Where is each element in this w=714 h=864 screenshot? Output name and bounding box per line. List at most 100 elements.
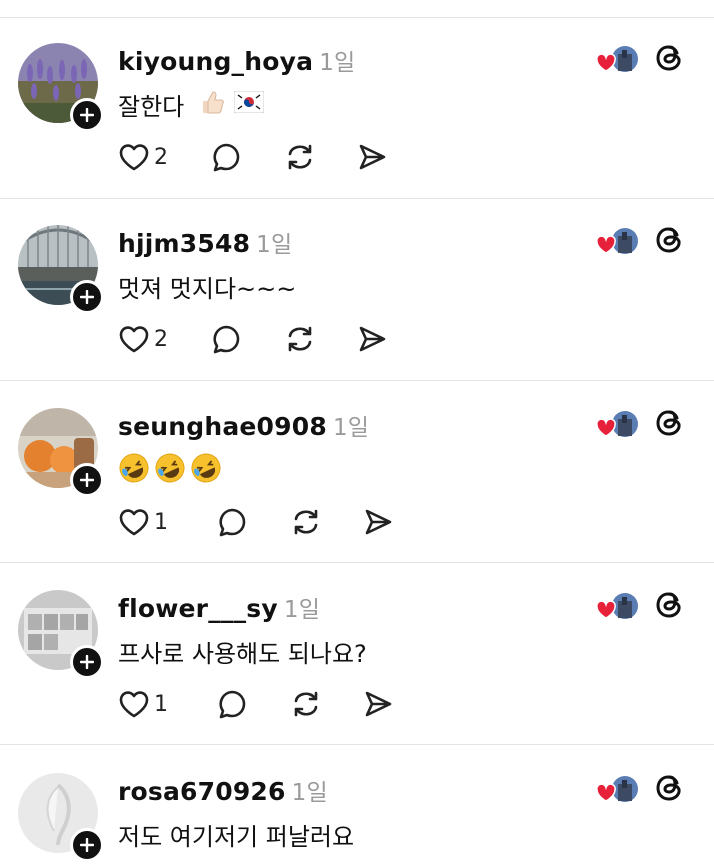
- reply-button[interactable]: [216, 688, 248, 720]
- like-button[interactable]: 1: [118, 507, 168, 537]
- repost-icon: [288, 144, 312, 170]
- thumbs-up-emoji-icon: [198, 88, 226, 122]
- comment-post: flower___sy 1일 프사로 사용해도 되나요? 1: [0, 564, 714, 746]
- comment-post: kiyoung_hoya 1일 잘한다 2: [0, 17, 714, 199]
- repost-icon: [294, 691, 318, 717]
- repost-button[interactable]: [290, 688, 322, 720]
- author-liked-indicator: [596, 591, 640, 623]
- like-button[interactable]: 2: [118, 324, 168, 354]
- comment-text: [118, 452, 222, 490]
- liked-by-author-icon: [596, 228, 638, 254]
- comment-text: 프사로 사용해도 되나요?: [118, 634, 367, 669]
- rolling-laughing-emoji-icon: [190, 452, 222, 490]
- comment-post: hjjm3548 1일 멋져 멋지다~~~ 2: [0, 199, 714, 381]
- comment-text: 잘한다: [118, 87, 265, 122]
- username[interactable]: hjjm3548 1일: [118, 225, 292, 259]
- follow-button[interactable]: [70, 828, 104, 862]
- repost-icon: [294, 509, 318, 535]
- speech-bubble-icon: [219, 508, 246, 537]
- heart-icon: [119, 509, 149, 536]
- threads-logo-icon[interactable]: [655, 588, 685, 622]
- rolling-laughing-emoji-icon: [154, 452, 186, 490]
- username[interactable]: flower___sy 1일: [118, 590, 320, 624]
- heart-icon: [119, 326, 149, 353]
- rolling-laughing-emoji-icon: [118, 452, 150, 490]
- plus-icon: [80, 838, 94, 852]
- plus-icon: [80, 108, 94, 122]
- username[interactable]: rosa670926 1일: [118, 773, 328, 807]
- avatar-container[interactable]: [18, 590, 104, 679]
- speech-bubble-icon: [213, 325, 240, 354]
- post-time: 1일: [283, 597, 321, 623]
- like-count: 2: [154, 144, 168, 170]
- share-button[interactable]: [362, 688, 394, 720]
- avatar-container[interactable]: [18, 225, 104, 314]
- post-divider: [0, 380, 714, 381]
- liked-by-author-icon: [596, 46, 638, 72]
- post-time: 1일: [332, 415, 370, 441]
- comment-text-body: 저도 여기저기 퍼날러요: [118, 823, 355, 851]
- username[interactable]: kiyoung_hoya 1일: [118, 43, 355, 77]
- send-icon: [365, 509, 392, 535]
- repost-icon: [288, 326, 312, 352]
- plus-icon: [80, 473, 94, 487]
- comment-text: 멋져 멋지다~~~: [118, 269, 296, 304]
- avatar-container[interactable]: [18, 43, 104, 132]
- threads-logo-icon[interactable]: [655, 771, 685, 805]
- avatar-container[interactable]: [18, 408, 104, 497]
- author-liked-indicator: [596, 44, 640, 76]
- follow-button[interactable]: [70, 463, 104, 497]
- username[interactable]: seunghae0908 1일: [118, 408, 369, 442]
- liked-by-author-icon: [596, 411, 638, 437]
- author-liked-indicator: [596, 226, 640, 258]
- heart-icon: [119, 691, 149, 718]
- action-bar: 1: [118, 686, 394, 722]
- comment-post: seunghae0908 1일 1: [0, 382, 714, 564]
- send-icon: [359, 144, 386, 170]
- like-count: 1: [154, 691, 168, 717]
- heart-icon: [119, 144, 149, 171]
- like-button[interactable]: 2: [118, 142, 168, 172]
- threads-logo-icon[interactable]: [655, 406, 685, 440]
- speech-bubble-icon: [213, 143, 240, 172]
- follow-button[interactable]: [70, 645, 104, 679]
- reply-button[interactable]: [210, 323, 242, 355]
- comment-text-body: 멋져 멋지다~~~: [118, 275, 297, 303]
- action-bar: 2: [118, 139, 388, 175]
- follow-button[interactable]: [70, 98, 104, 132]
- liked-by-author-icon: [596, 776, 638, 802]
- like-button[interactable]: 1: [118, 689, 168, 719]
- avatar-container[interactable]: [18, 773, 104, 862]
- action-bar: 2: [118, 321, 388, 357]
- liked-by-author-icon: [596, 593, 638, 619]
- share-button[interactable]: [356, 141, 388, 173]
- post-time: 1일: [319, 50, 356, 76]
- plus-icon: [80, 655, 94, 669]
- comment-text: 저도 여기저기 퍼날러요: [118, 817, 354, 852]
- send-icon: [359, 326, 386, 352]
- comment-post: rosa670926 1일 저도 여기저기 퍼날러요: [0, 747, 714, 864]
- author-liked-indicator: [596, 409, 640, 441]
- repost-button[interactable]: [290, 506, 322, 538]
- author-liked-indicator: [596, 774, 640, 806]
- threads-logo-icon[interactable]: [655, 41, 685, 75]
- follow-button[interactable]: [70, 280, 104, 314]
- comment-text-body: 프사로 사용해도 되나요?: [118, 640, 367, 668]
- threads-logo-icon[interactable]: [655, 223, 685, 257]
- post-time: 1일: [256, 232, 293, 258]
- action-bar: 1: [118, 504, 394, 540]
- like-count: 2: [154, 326, 168, 352]
- reply-button[interactable]: [210, 141, 242, 173]
- repost-button[interactable]: [284, 323, 316, 355]
- reply-button[interactable]: [216, 506, 248, 538]
- post-time: 1일: [291, 780, 328, 806]
- send-icon: [365, 691, 392, 717]
- share-button[interactable]: [356, 323, 388, 355]
- post-divider: [0, 744, 714, 745]
- comment-text-body: 잘한다: [118, 93, 185, 121]
- share-button[interactable]: [362, 506, 394, 538]
- like-count: 1: [154, 509, 168, 535]
- speech-bubble-icon: [219, 690, 246, 719]
- plus-icon: [80, 290, 94, 304]
- repost-button[interactable]: [284, 141, 316, 173]
